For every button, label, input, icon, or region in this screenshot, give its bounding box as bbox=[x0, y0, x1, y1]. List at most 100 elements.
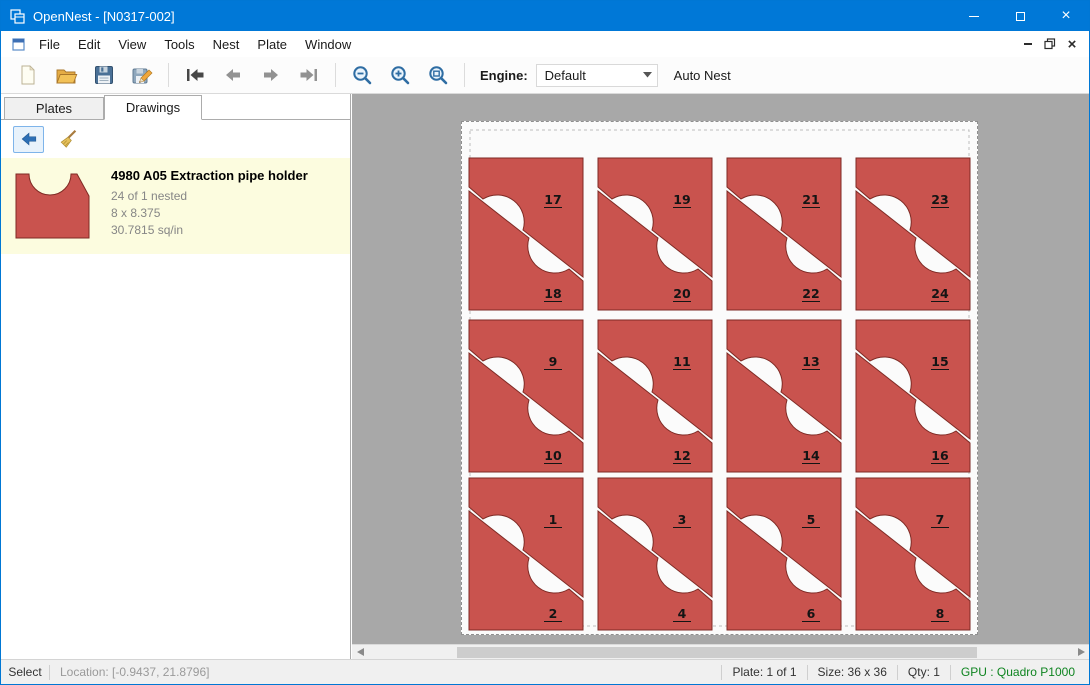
scroll-right-arrow[interactable] bbox=[1073, 645, 1089, 659]
svg-text:6: 6 bbox=[807, 606, 816, 621]
mdi-close-button[interactable]: × bbox=[1061, 34, 1083, 54]
next-plate-button[interactable] bbox=[256, 60, 286, 90]
zoom-in-icon bbox=[388, 63, 412, 87]
zoom-in-button[interactable] bbox=[385, 60, 415, 90]
zoom-fit-icon bbox=[426, 63, 450, 87]
mdi-window-buttons: × bbox=[1017, 34, 1083, 54]
auto-nest-button[interactable]: Auto Nest bbox=[674, 68, 731, 83]
chevron-down-icon bbox=[639, 72, 657, 78]
horizontal-scrollbar[interactable] bbox=[352, 644, 1089, 659]
menu-nest[interactable]: Nest bbox=[204, 33, 249, 56]
status-qty: Qty: 1 bbox=[898, 665, 950, 679]
toolbar-separator bbox=[168, 63, 169, 87]
go-first-icon bbox=[183, 63, 207, 87]
plate[interactable]: 171819202122232491011121314151612345678 bbox=[461, 121, 978, 635]
zoom-out-button[interactable] bbox=[347, 60, 377, 90]
svg-text:5: 5 bbox=[807, 512, 816, 527]
drawing-item-text: 4980 A05 Extraction pipe holder 24 of 1 … bbox=[111, 166, 308, 246]
mdi-minimize-icon bbox=[1024, 43, 1032, 45]
title-bar: OpenNest - [N0317-002] × bbox=[1, 1, 1089, 31]
menu-plate[interactable]: Plate bbox=[248, 33, 296, 56]
minimize-button[interactable] bbox=[951, 1, 997, 31]
menu-tools[interactable]: Tools bbox=[155, 33, 203, 56]
tab-plates[interactable]: Plates bbox=[4, 97, 104, 119]
go-next-icon bbox=[259, 63, 283, 87]
mdi-minimize-button[interactable] bbox=[1017, 34, 1039, 54]
status-size: Size: 36 x 36 bbox=[808, 665, 897, 679]
svg-text:2: 2 bbox=[549, 606, 558, 621]
new-button[interactable] bbox=[13, 60, 43, 90]
nest-plate-svg[interactable]: 171819202122232491011121314151612345678 bbox=[462, 122, 977, 634]
clean-drawings-button[interactable] bbox=[53, 126, 84, 153]
svg-text:4: 4 bbox=[678, 606, 687, 621]
save-floppy-icon bbox=[92, 63, 116, 87]
first-plate-button[interactable] bbox=[180, 60, 210, 90]
menu-view[interactable]: View bbox=[109, 33, 155, 56]
maximize-button[interactable] bbox=[997, 1, 1043, 31]
menu-edit[interactable]: Edit bbox=[69, 33, 109, 56]
scroll-left-arrow[interactable] bbox=[352, 645, 368, 659]
open-folder-icon bbox=[54, 63, 78, 87]
svg-text:14: 14 bbox=[802, 448, 820, 463]
close-icon: × bbox=[1061, 8, 1070, 24]
svg-text:10: 10 bbox=[544, 448, 562, 463]
svg-text:16: 16 bbox=[931, 448, 949, 463]
window-title: OpenNest - [N0317-002] bbox=[33, 9, 175, 24]
svg-text:24: 24 bbox=[931, 286, 949, 301]
engine-dropdown-value: Default bbox=[537, 68, 639, 83]
new-page-icon bbox=[16, 63, 40, 87]
svg-text:7: 7 bbox=[936, 512, 945, 527]
drawing-area: 30.7815 sq/in bbox=[111, 222, 308, 239]
mdi-close-icon: × bbox=[1068, 37, 1077, 52]
svg-text:9: 9 bbox=[549, 354, 558, 369]
scrollbar-thumb[interactable] bbox=[457, 647, 977, 658]
svg-text:20: 20 bbox=[673, 286, 691, 301]
svg-text:15: 15 bbox=[931, 354, 948, 369]
svg-text:18: 18 bbox=[544, 286, 561, 301]
drawing-title: 4980 A05 Extraction pipe holder bbox=[111, 168, 308, 183]
svg-text:21: 21 bbox=[802, 192, 819, 207]
main-toolbar: Engine: Default Auto Nest bbox=[1, 57, 1089, 94]
mdi-restore-button[interactable] bbox=[1039, 34, 1061, 54]
status-plate: Plate: 1 of 1 bbox=[722, 665, 806, 679]
last-plate-button[interactable] bbox=[294, 60, 324, 90]
save-button[interactable] bbox=[89, 60, 119, 90]
svg-text:19: 19 bbox=[673, 192, 690, 207]
menu-bar: File Edit View Tools Nest Plate Window × bbox=[1, 31, 1089, 57]
toolbar-separator bbox=[335, 63, 336, 87]
drawing-list-item[interactable]: 4980 A05 Extraction pipe holder 24 of 1 … bbox=[1, 158, 350, 254]
status-location: Location: [-0.9437, 21.8796] bbox=[50, 665, 219, 679]
save-edit-icon bbox=[130, 63, 154, 87]
svg-text:11: 11 bbox=[673, 354, 690, 369]
save-as-button[interactable] bbox=[127, 60, 157, 90]
menu-window[interactable]: Window bbox=[296, 33, 360, 56]
mdi-restore-icon bbox=[1044, 38, 1056, 50]
drawing-size: 8 x 8.375 bbox=[111, 205, 308, 222]
left-panel: Plates Drawings 4 bbox=[1, 94, 351, 659]
caption-buttons: × bbox=[951, 1, 1089, 31]
zoom-out-icon bbox=[350, 63, 374, 87]
drawings-toolbar bbox=[1, 120, 350, 158]
import-drawing-button[interactable] bbox=[13, 126, 44, 153]
nest-canvas[interactable]: 171819202122232491011121314151612345678 bbox=[352, 94, 1089, 659]
broom-icon bbox=[58, 128, 80, 150]
document-icon bbox=[11, 37, 26, 52]
svg-text:22: 22 bbox=[802, 286, 819, 301]
close-button[interactable]: × bbox=[1043, 1, 1089, 31]
engine-dropdown[interactable]: Default bbox=[536, 64, 658, 87]
tab-strip: Plates Drawings bbox=[1, 94, 350, 120]
app-window: OpenNest - [N0317-002] × File Edit View … bbox=[0, 0, 1090, 685]
zoom-fit-button[interactable] bbox=[423, 60, 453, 90]
previous-plate-button[interactable] bbox=[218, 60, 248, 90]
svg-text:1: 1 bbox=[549, 512, 558, 527]
status-mode: Select bbox=[1, 665, 49, 679]
svg-text:3: 3 bbox=[678, 512, 687, 527]
open-button[interactable] bbox=[51, 60, 81, 90]
menu-file[interactable]: File bbox=[30, 33, 69, 56]
svg-text:23: 23 bbox=[931, 192, 948, 207]
part-thumbnail bbox=[9, 166, 97, 246]
svg-text:13: 13 bbox=[802, 354, 819, 369]
drawing-nested-count: 24 of 1 nested bbox=[111, 188, 308, 205]
app-icon bbox=[10, 9, 25, 24]
tab-drawings[interactable]: Drawings bbox=[104, 95, 202, 120]
